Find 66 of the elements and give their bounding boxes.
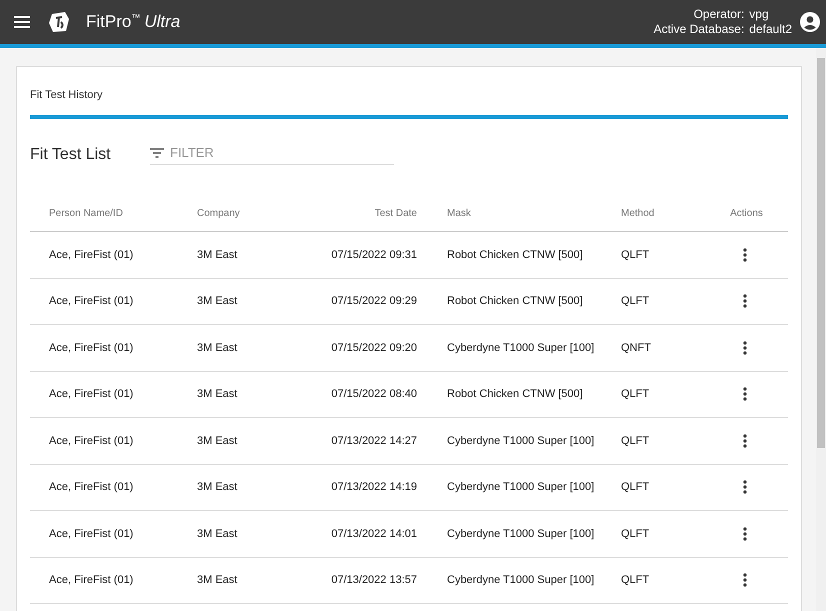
table-cell: Robot Chicken CTNW [500]	[447, 248, 583, 261]
table-cell: Ace, FireFist (01)	[49, 528, 134, 540]
table-cell: QLFT	[621, 434, 650, 447]
more-options-button[interactable]	[740, 338, 748, 357]
more-options-button[interactable]	[740, 432, 748, 450]
database-label: Active Database:	[654, 22, 744, 37]
table-cell: Cyberdyne T1000 Super [100]	[447, 574, 594, 586]
table-cell: 3M East	[197, 481, 238, 494]
table-cell: Ace, FireFist (01)	[49, 434, 134, 447]
table-cell: Ace, FireFist (01)	[49, 248, 134, 261]
table-cell: QLFT	[621, 248, 650, 261]
table-cell: 07/13/2022 14:27	[331, 434, 417, 447]
table-cell: 3M East	[197, 295, 238, 308]
more-options-button[interactable]	[740, 246, 748, 264]
table-cell: 07/13/2022 14:19	[331, 481, 417, 494]
table-cell: Ace, FireFist (01)	[49, 295, 134, 308]
list-title: Fit Test List	[30, 146, 112, 164]
table-cell: 07/13/2022 13:57	[331, 574, 417, 586]
table-cell: 07/15/2022 09:29	[331, 295, 417, 308]
table-cell: Cyberdyne T1000 Super [100]	[447, 434, 594, 447]
scrollbar[interactable]	[816, 48, 826, 611]
table-cell: Robot Chicken CTNW [500]	[447, 388, 583, 400]
table-cell: 07/15/2022 09:31	[331, 248, 417, 261]
app-title: FitPro$^{™}$ Ultra	[86, 12, 180, 32]
logo-icon	[48, 11, 70, 33]
account-icon[interactable]	[800, 12, 820, 32]
column-header: Test Date	[374, 208, 417, 218]
more-options-button[interactable]	[740, 571, 748, 590]
table-cell: Ace, FireFist (01)	[49, 481, 134, 494]
table-cell: Cyberdyne T1000 Super [100]	[447, 481, 594, 494]
table-cell: QLFT	[621, 528, 650, 540]
table-cell: 07/13/2022 14:01	[331, 528, 417, 540]
table-cell: Cyberdyne T1000 Super [100]	[447, 528, 594, 540]
table-cell: Cyberdyne T1000 Super [100]	[447, 342, 594, 354]
more-options-button[interactable]	[740, 385, 748, 404]
column-header: Actions	[730, 208, 763, 218]
column-header: Method	[621, 208, 654, 218]
table-cell: 07/15/2022 09:20	[331, 342, 417, 354]
table-cell: QLFT	[621, 295, 650, 308]
history-tab[interactable]: Fit Test History	[30, 67, 788, 119]
table-cell: 3M East	[197, 434, 238, 447]
database-value: default2	[749, 22, 792, 37]
table-cell: 3M East	[197, 248, 238, 261]
more-options-button[interactable]	[740, 478, 748, 496]
column-header: Company	[197, 208, 240, 218]
menu-icon[interactable]	[14, 16, 30, 28]
table-cell: QLFT	[621, 388, 650, 400]
table-cell: 3M East	[197, 574, 238, 586]
table-cell: Ace, FireFist (01)	[49, 574, 134, 586]
column-header: Mask	[447, 208, 471, 218]
table-cell: Ace, FireFist (01)	[49, 388, 134, 400]
table-cell: 07/15/2022 08:40	[331, 388, 417, 400]
table-cell: QLFT	[621, 574, 650, 586]
table-cell: 3M East	[197, 388, 238, 400]
column-header: Person Name/ID	[49, 208, 123, 218]
table-cell: Ace, FireFist (01)	[49, 342, 134, 354]
operator-value: vpg	[749, 7, 770, 22]
more-options-button[interactable]	[740, 524, 748, 543]
table-cell: QLFT	[621, 481, 650, 494]
table-cell: QNFT	[621, 342, 651, 354]
more-options-button[interactable]	[740, 292, 748, 310]
filter-icon	[150, 148, 164, 158]
table-cell: 3M East	[197, 528, 238, 540]
table-cell: 3M East	[197, 342, 238, 354]
table-cell: Robot Chicken CTNW [500]	[447, 295, 583, 308]
operator-label: Operator:	[692, 7, 744, 22]
